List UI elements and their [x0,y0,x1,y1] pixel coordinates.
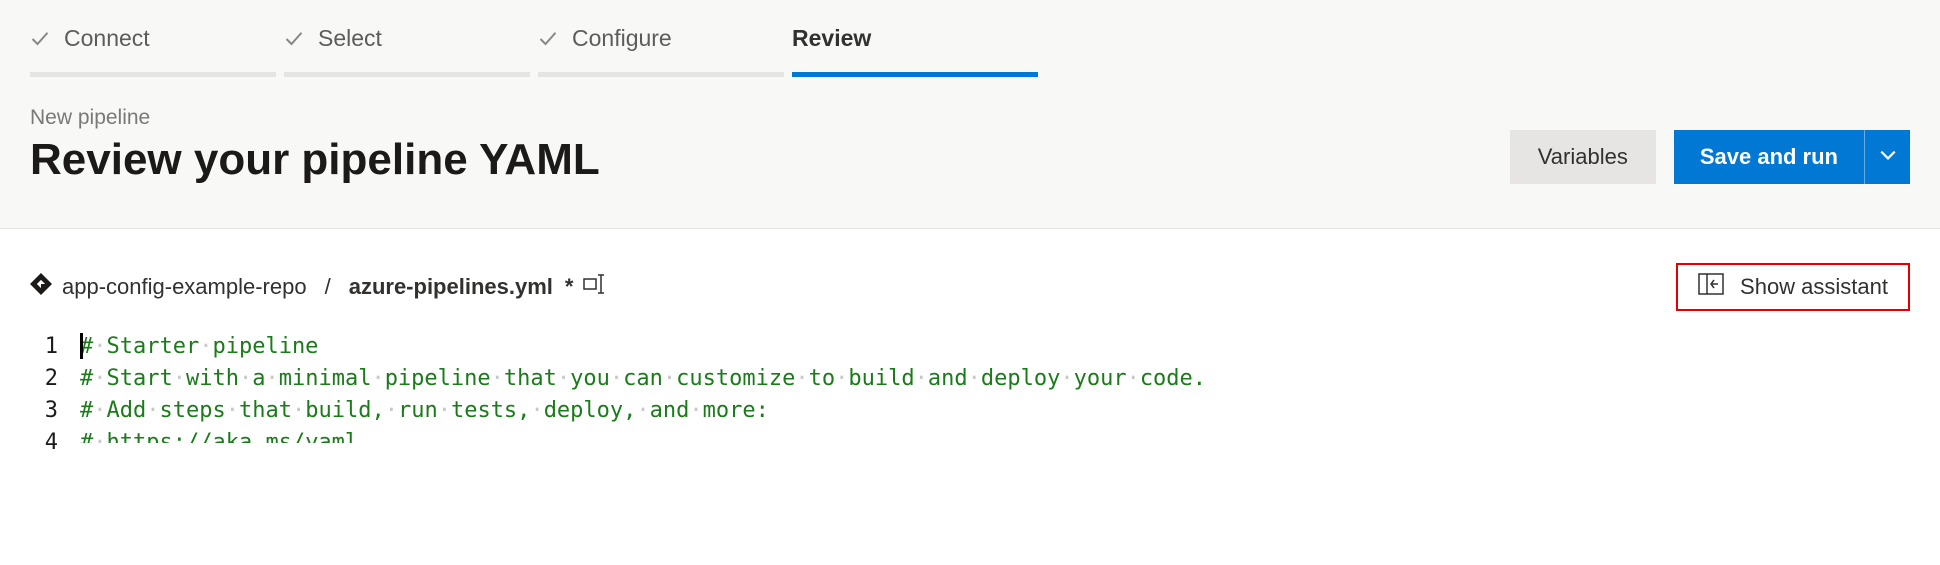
chevron-down-icon [1879,146,1897,169]
editor-gutter: 1 2 3 4 [30,331,80,443]
code-line: #·Add·steps·that·build,·run·tests,·deplo… [80,395,1206,427]
stepper-tab-select[interactable]: Select [284,0,530,77]
unsaved-indicator: * [565,274,574,300]
variables-button[interactable]: Variables [1510,130,1656,184]
code-line: #·Start·with·a·minimal·pipeline·that·you… [80,363,1206,395]
stepper-tab-connect[interactable]: Connect [30,0,276,77]
repo-icon [30,273,52,301]
repo-name[interactable]: app-config-example-repo [62,274,307,300]
stepper-tab-label: Review [792,25,871,52]
rename-icon[interactable] [583,274,609,300]
line-number: 4 [30,427,58,443]
stepper-tab-label: Configure [572,25,672,52]
file-toolbar: app-config-example-repo / azure-pipeline… [0,229,1940,329]
editor-content[interactable]: #·Starter·pipeline #·Start·with·a·minima… [80,331,1206,443]
save-and-run-dropdown[interactable] [1864,130,1910,184]
line-number: 1 [30,331,58,363]
check-icon [284,29,304,49]
wizard-stepper: Connect Select Configure Review [0,0,1940,78]
page-title: Review your pipeline YAML [30,136,600,184]
page-subtitle: New pipeline [30,106,600,130]
show-assistant-button[interactable]: Show assistant [1676,263,1910,311]
breadcrumb-separator: / [325,274,331,300]
line-number: 3 [30,395,58,427]
show-assistant-label: Show assistant [1740,274,1888,300]
stepper-tab-configure[interactable]: Configure [538,0,784,77]
code-line: #·https://aka.ms/yaml [80,427,1206,443]
yaml-editor[interactable]: 1 2 3 4 #·Starter·pipeline #·Start·with·… [0,329,1940,443]
page-header: New pipeline Review your pipeline YAML V… [0,78,1940,229]
stepper-tab-label: Connect [64,25,150,52]
check-icon [538,29,558,49]
breadcrumb: app-config-example-repo / azure-pipeline… [30,273,609,301]
text-cursor [80,333,83,359]
save-and-run-button[interactable]: Save and run [1674,130,1864,184]
line-number: 2 [30,363,58,395]
stepper-tab-label: Select [318,25,382,52]
code-line: #·Starter·pipeline [80,331,1206,363]
stepper-tab-review[interactable]: Review [792,0,1038,77]
check-icon [30,29,50,49]
panel-collapse-icon [1698,273,1724,301]
file-name[interactable]: azure-pipelines.yml [349,274,553,300]
save-and-run-group: Save and run [1674,130,1910,184]
